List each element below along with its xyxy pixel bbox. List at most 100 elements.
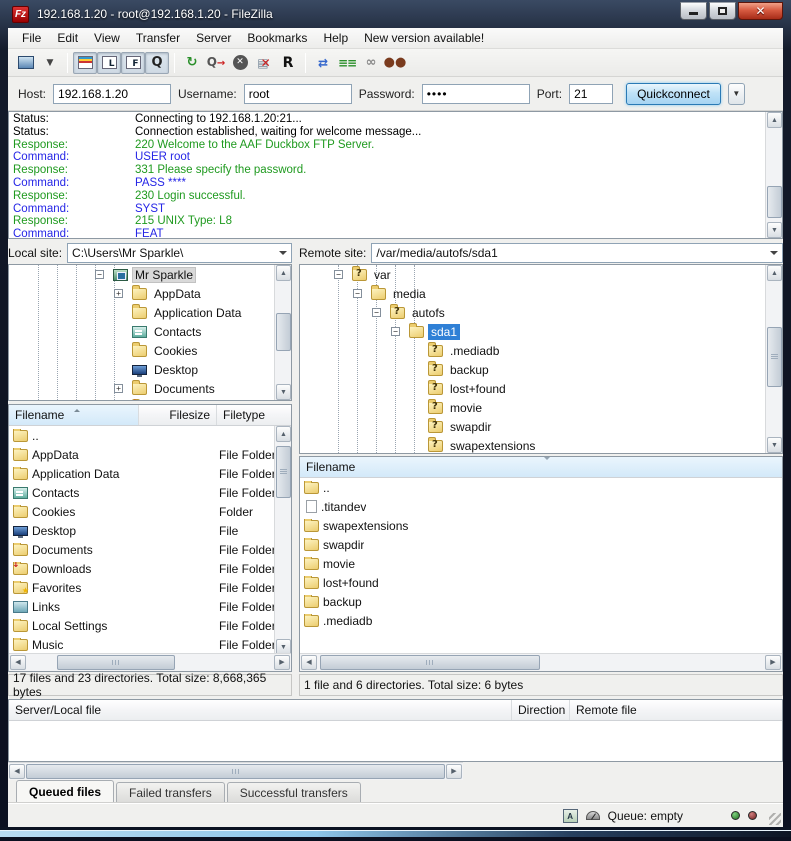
file-row-swapextensions[interactable]: swapextensions xyxy=(300,516,782,535)
tree-item-downloads[interactable]: +Downloads xyxy=(9,398,291,401)
remote-list-hscrollbar[interactable]: ◀ ▶ xyxy=(300,653,782,671)
host-input[interactable] xyxy=(53,84,171,104)
tree-item-appdata[interactable]: +AppData xyxy=(9,284,291,303)
file-row-swapdir[interactable]: swapdir xyxy=(300,535,782,554)
toggle-remote-tree-button[interactable]: F xyxy=(121,52,145,74)
directory-listing-button[interactable]: ≡≡ xyxy=(335,52,359,74)
password-input[interactable] xyxy=(422,84,530,104)
file-row-desktop[interactable]: DesktopFile xyxy=(9,521,291,540)
tree-expander[interactable]: + xyxy=(114,289,123,298)
tab-queued-files[interactable]: Queued files xyxy=(16,780,114,802)
tree-item-desktop[interactable]: Desktop xyxy=(9,360,291,379)
column-header-filesize[interactable]: Filesize xyxy=(139,405,217,425)
sync-browsing-button[interactable]: ∞ xyxy=(359,52,383,74)
tree-item-swapdir[interactable]: swapdir xyxy=(300,417,782,436)
tree-item-mr-sparkle[interactable]: −Mr Sparkle xyxy=(9,265,291,284)
scrollbar-thumb[interactable] xyxy=(57,655,175,670)
menu-item-view[interactable]: View xyxy=(86,29,128,47)
menu-item-help[interactable]: Help xyxy=(315,29,356,47)
refresh-button[interactable]: ↻ xyxy=(180,52,204,74)
scrollbar-thumb[interactable] xyxy=(276,446,291,498)
menu-item-bookmarks[interactable]: Bookmarks xyxy=(239,29,315,47)
minimize-button[interactable] xyxy=(680,2,707,20)
menu-item-edit[interactable]: Edit xyxy=(49,29,86,47)
tree-expander[interactable]: − xyxy=(391,327,400,336)
local-list-scrollbar[interactable]: ▲ ▼ xyxy=(274,426,291,655)
file-row-links[interactable]: LinksFile Folder xyxy=(9,597,291,616)
local-site-combobox[interactable]: C:\Users\Mr Sparkle\ xyxy=(67,243,292,263)
scrollbar-thumb[interactable] xyxy=(767,186,782,218)
remote-site-combobox[interactable]: /var/media/autofs/sda1 xyxy=(371,243,783,263)
find-files-button[interactable]: ●● xyxy=(383,52,407,74)
tree-expander[interactable]: − xyxy=(372,308,381,317)
queue-hscrollbar[interactable]: ◀ ▶ xyxy=(8,762,463,780)
file-row-item[interactable]: .. xyxy=(9,426,291,445)
file-row-downloads[interactable]: DownloadsFile Folder xyxy=(9,559,291,578)
compare-button[interactable]: ⇄ xyxy=(311,52,335,74)
site-manager-dropdown-button[interactable]: ▼ xyxy=(38,52,62,74)
port-input[interactable] xyxy=(569,84,613,104)
scroll-right-icon[interactable]: ▶ xyxy=(274,655,290,670)
file-row-contacts[interactable]: ContactsFile Folder xyxy=(9,483,291,502)
transfer-type-icon[interactable]: A xyxy=(563,809,578,823)
local-list-hscrollbar[interactable]: ◀ ▶ xyxy=(9,653,291,671)
quickconnect-button[interactable]: Quickconnect xyxy=(626,83,721,105)
file-row-item[interactable]: .. xyxy=(300,478,782,497)
scrollbar-thumb[interactable] xyxy=(320,655,540,670)
column-header-filetype[interactable]: Filetype xyxy=(217,405,291,425)
username-input[interactable] xyxy=(244,84,352,104)
scrollbar-thumb[interactable] xyxy=(26,764,445,779)
tree-item-backup[interactable]: backup xyxy=(300,360,782,379)
column-header-server-local-file[interactable]: Server/Local file xyxy=(9,700,512,720)
toggle-log-button[interactable] xyxy=(73,52,97,74)
scroll-left-icon[interactable]: ◀ xyxy=(301,655,317,670)
tree-item-media[interactable]: −media xyxy=(300,284,782,303)
tree-item-lost-found[interactable]: lost+found xyxy=(300,379,782,398)
menu-item-transfer[interactable]: Transfer xyxy=(128,29,188,47)
disconnect-button[interactable]: ✕ xyxy=(252,52,276,74)
column-header-remote-file[interactable]: Remote file xyxy=(570,700,782,720)
file-row-lost-found[interactable]: lost+found xyxy=(300,573,782,592)
close-button[interactable]: ✕ xyxy=(738,2,783,20)
scrollbar-thumb[interactable] xyxy=(767,327,782,387)
tab-failed-transfers[interactable]: Failed transfers xyxy=(116,782,225,802)
scroll-right-icon[interactable]: ▶ xyxy=(765,655,781,670)
column-header-direction[interactable]: Direction xyxy=(512,700,570,720)
file-row-appdata[interactable]: AppDataFile Folder xyxy=(9,445,291,464)
tree-item-cookies[interactable]: Cookies xyxy=(9,341,291,360)
quickconnect-dropdown-button[interactable]: ▼ xyxy=(728,83,745,105)
file-row-cookies[interactable]: CookiesFolder xyxy=(9,502,291,521)
scroll-right-icon[interactable]: ▶ xyxy=(446,764,462,779)
scroll-up-icon[interactable]: ▲ xyxy=(276,265,291,281)
scroll-up-icon[interactable]: ▲ xyxy=(767,265,782,281)
file-row-documents[interactable]: DocumentsFile Folder xyxy=(9,540,291,559)
process-queue-button[interactable]: Q xyxy=(204,52,228,74)
menu-item-server[interactable]: Server xyxy=(188,29,239,47)
resize-grip[interactable] xyxy=(769,813,781,825)
splitter-collapse-arrow[interactable] xyxy=(543,456,551,464)
menu-item-file[interactable]: File xyxy=(14,29,49,47)
tree-item-swapextensions[interactable]: swapextensions xyxy=(300,436,782,454)
file-row-mediadb[interactable]: .mediadb xyxy=(300,611,782,630)
local-tree-scrollbar[interactable]: ▲ ▼ xyxy=(274,265,291,400)
scroll-up-icon[interactable]: ▲ xyxy=(767,112,782,128)
column-header-filename[interactable]: Filename xyxy=(300,457,782,477)
speed-limits-icon[interactable] xyxy=(586,811,600,820)
file-row-local-settings[interactable]: Local SettingsFile Folder xyxy=(9,616,291,635)
tree-item-contacts[interactable]: Contacts xyxy=(9,322,291,341)
scroll-left-icon[interactable]: ◀ xyxy=(9,764,25,779)
file-row-music[interactable]: MusicFile Folder xyxy=(9,635,291,654)
tree-item-mediadb[interactable]: .mediadb xyxy=(300,341,782,360)
scroll-left-icon[interactable]: ◀ xyxy=(10,655,26,670)
tree-item-documents[interactable]: +Documents xyxy=(9,379,291,398)
reconnect-button[interactable]: R xyxy=(276,52,300,74)
remote-tree-scrollbar[interactable]: ▲ ▼ xyxy=(765,265,782,453)
file-row-movie[interactable]: movie xyxy=(300,554,782,573)
tree-expander[interactable]: − xyxy=(353,289,362,298)
toggle-queue-button[interactable]: Q xyxy=(145,52,169,74)
tree-expander[interactable]: + xyxy=(114,384,123,393)
title-bar[interactable]: Fz 192.168.1.20 - root@192.168.1.20 - Fi… xyxy=(0,0,791,28)
tree-item-movie[interactable]: movie xyxy=(300,398,782,417)
tree-item-autofs[interactable]: −autofs xyxy=(300,303,782,322)
tree-expander[interactable]: − xyxy=(95,270,104,279)
